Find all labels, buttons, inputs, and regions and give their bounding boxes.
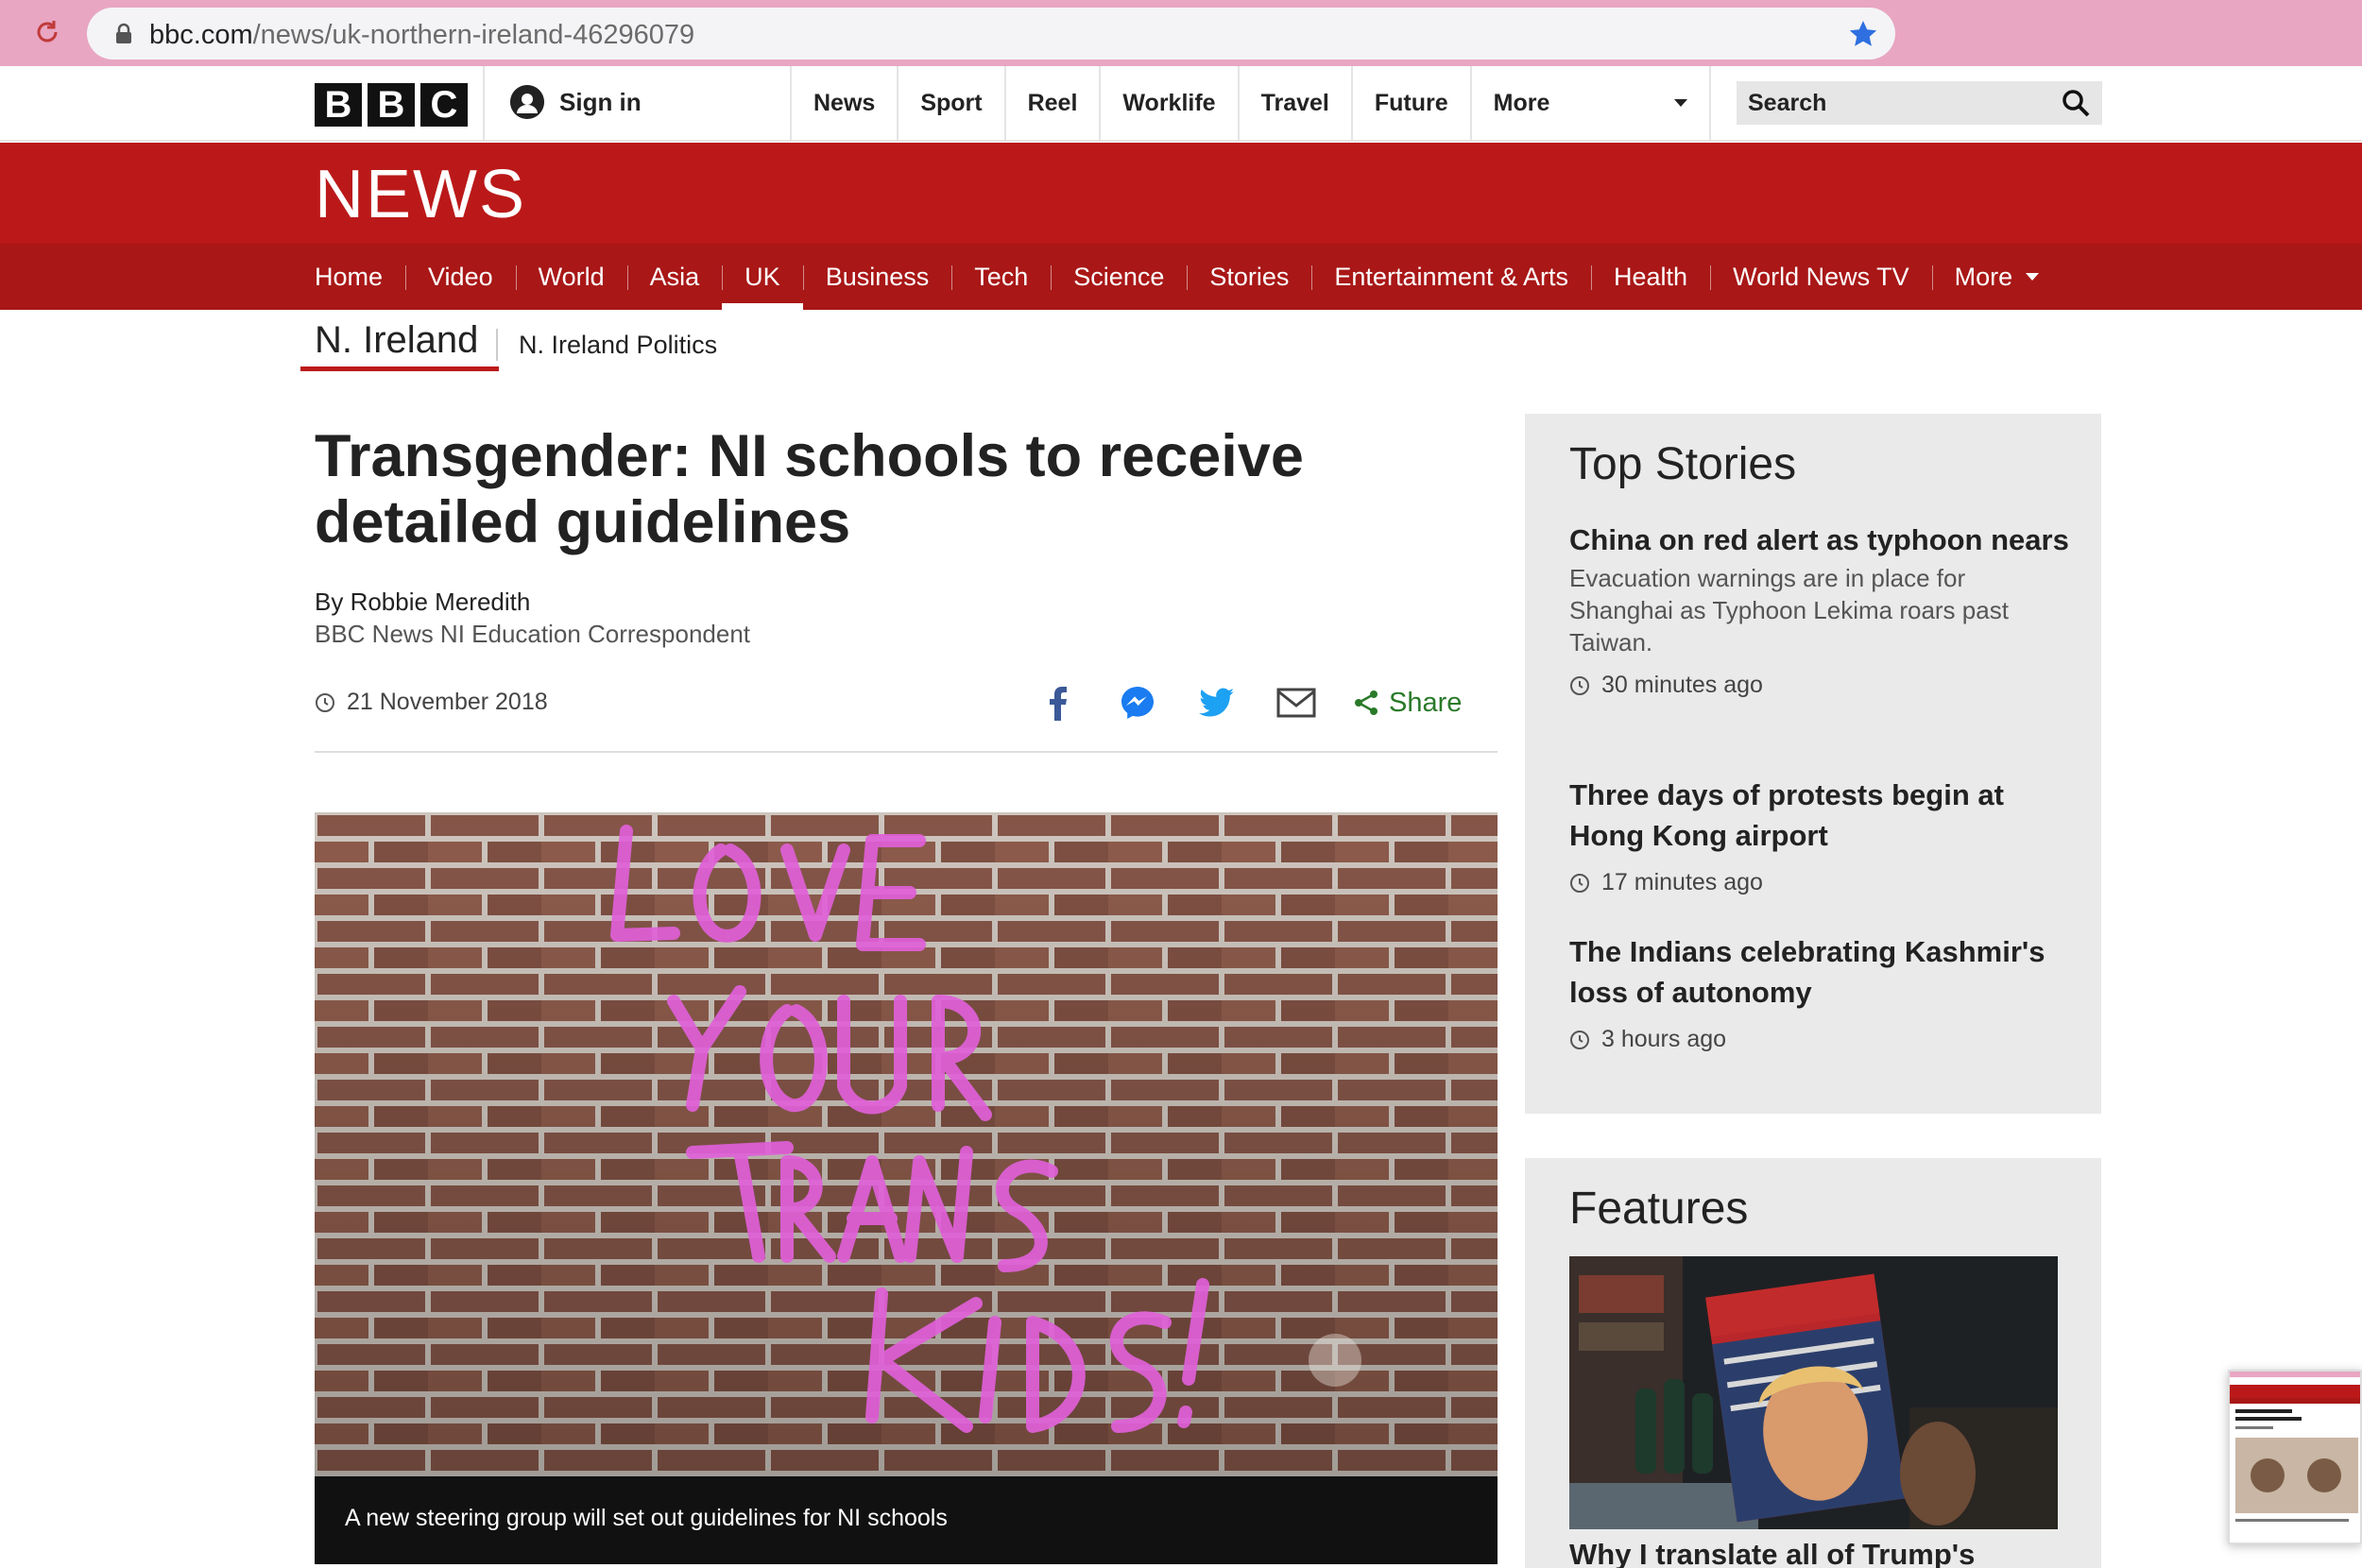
story-title[interactable]: Three days of protests begin at Hong Kon…	[1569, 775, 2070, 856]
share-icon	[1355, 690, 1378, 715]
caption-text: A new steering group will set out guidel…	[345, 1505, 948, 1531]
global-nav-future[interactable]: Future	[1350, 66, 1470, 140]
feature-title[interactable]: Why I translate all of Trump's	[1569, 1538, 1975, 1568]
section-tech[interactable]: Tech	[951, 244, 1051, 310]
clock-icon	[1570, 873, 1589, 893]
date-text: 21 November 2018	[347, 689, 548, 715]
global-nav-news[interactable]: News	[790, 66, 897, 140]
image-caption: A new steering group will set out guidel…	[315, 1476, 1498, 1564]
clock-icon	[1570, 675, 1589, 695]
bbc-logo[interactable]: B B C	[315, 83, 468, 127]
page-preview-image	[2230, 1372, 2360, 1542]
news-logo[interactable]: NEWS	[315, 156, 526, 233]
global-nav-sport[interactable]: Sport	[897, 66, 1003, 140]
browser-toolbar: bbc.com/news/uk-northern-ireland-4629607…	[0, 0, 2362, 66]
screenshot-thumbnail[interactable]	[2228, 1370, 2362, 1544]
top-story-item[interactable]: China on red alert as typhoon nears Evac…	[1569, 520, 2070, 699]
story-time: 30 minutes ago	[1569, 672, 2070, 699]
sign-in-label: Sign in	[559, 87, 642, 116]
story-time: 3 hours ago	[1569, 1026, 2070, 1053]
section-nav: Home Video World Asia UK Business Tech S…	[0, 244, 2362, 310]
global-nav-worklife[interactable]: Worklife	[1099, 66, 1237, 140]
news-masthead: NEWS	[0, 143, 2362, 244]
story-time-text: 30 minutes ago	[1601, 672, 1763, 698]
address-bar[interactable]: bbc.com/news/uk-northern-ireland-4629607…	[87, 8, 1895, 60]
global-nav-more-label: More	[1493, 89, 1550, 116]
clock-icon	[1570, 1030, 1589, 1049]
section-science[interactable]: Science	[1051, 244, 1187, 310]
share-button[interactable]: Share	[1353, 688, 1462, 719]
divider	[483, 66, 485, 140]
global-nav-more[interactable]: More	[1469, 66, 1711, 140]
reload-icon[interactable]	[28, 13, 66, 51]
brick-wall-graffiti-image	[315, 812, 1498, 1476]
facebook-icon[interactable]	[1036, 680, 1081, 725]
section-more[interactable]: More	[1931, 244, 2062, 310]
share-tools: Share	[1036, 680, 1462, 725]
search-label: Search	[1748, 90, 1827, 116]
divider	[496, 329, 498, 361]
byline: By Robbie Meredith BBC News NI Education…	[315, 586, 750, 650]
section-entertainment[interactable]: Entertainment & Arts	[1311, 244, 1591, 310]
section-world-news-tv[interactable]: World News TV	[1710, 244, 1932, 310]
section-stories[interactable]: Stories	[1187, 244, 1311, 310]
subnav-current[interactable]: N. Ireland	[315, 319, 478, 362]
author-role: BBC News NI Education Correspondent	[315, 620, 751, 648]
hero-image	[315, 812, 1498, 1476]
section-world[interactable]: World	[515, 244, 627, 310]
top-story-item[interactable]: Three days of protests begin at Hong Kon…	[1569, 775, 2070, 896]
global-nav-travel[interactable]: Travel	[1237, 66, 1351, 140]
divider	[315, 751, 1498, 753]
story-time-text: 3 hours ago	[1601, 1026, 1727, 1052]
bookmark-star-icon[interactable]	[1848, 19, 1878, 49]
section-health[interactable]: Health	[1591, 244, 1710, 310]
lock-icon	[116, 23, 131, 43]
author-name: By Robbie Meredith	[315, 588, 531, 616]
story-time: 17 minutes ago	[1569, 869, 2070, 896]
story-title[interactable]: China on red alert as typhoon nears	[1569, 520, 2070, 560]
features-panel: Features Why I translate all of Trump's	[1525, 1158, 2101, 1568]
top-story-item[interactable]: The Indians celebrating Kashmir's loss o…	[1569, 931, 2070, 1053]
article-headline: Transgender: NI schools to receive detai…	[315, 423, 1304, 555]
top-stories-panel: Top Stories China on red alert as typhoo…	[1525, 414, 2101, 1114]
user-icon	[510, 85, 544, 119]
global-nav-reel[interactable]: Reel	[1003, 66, 1100, 140]
url-text[interactable]: bbc.com/news/uk-northern-ireland-4629607…	[149, 20, 694, 51]
search-input[interactable]: Search	[1737, 81, 2102, 125]
feature-image[interactable]	[1569, 1256, 2058, 1529]
share-label: Share	[1389, 687, 1463, 718]
section-home[interactable]: Home	[315, 244, 405, 310]
bbc-logo-letter: C	[420, 83, 468, 127]
clock-icon	[316, 692, 334, 712]
top-stories-heading: Top Stories	[1569, 439, 1797, 489]
global-nav: News Sport Reel Worklife Travel Future M…	[790, 66, 1711, 140]
bbc-logo-letter: B	[368, 83, 415, 127]
section-business[interactable]: Business	[802, 244, 952, 310]
section-asia[interactable]: Asia	[626, 244, 723, 310]
story-summary: Evacuation warnings are in place for Sha…	[1569, 564, 2009, 656]
bbc-global-bar: B B C Sign in News Sport Reel Worklife T…	[0, 66, 2362, 142]
sign-in-link[interactable]: Sign in	[510, 85, 642, 119]
section-video[interactable]: Video	[405, 244, 516, 310]
chevron-down-icon	[1673, 99, 1687, 107]
email-icon[interactable]	[1274, 680, 1319, 725]
subnav-ni-politics[interactable]: N. Ireland Politics	[519, 331, 717, 360]
bbc-logo-letter: B	[315, 83, 362, 127]
search-icon[interactable]	[2061, 88, 2091, 118]
section-uk[interactable]: UK	[722, 244, 803, 310]
magazine-photo-image	[1569, 1256, 2058, 1529]
active-underline	[300, 366, 499, 371]
twitter-icon[interactable]	[1194, 680, 1240, 725]
messenger-icon[interactable]	[1115, 680, 1160, 725]
section-more-label: More	[1954, 262, 2013, 291]
article-date: 21 November 2018	[315, 689, 548, 716]
chevron-down-icon	[2026, 273, 2040, 281]
features-heading: Features	[1569, 1184, 1749, 1234]
story-title[interactable]: The Indians celebrating Kashmir's loss o…	[1569, 931, 2070, 1013]
story-time-text: 17 minutes ago	[1601, 869, 1763, 895]
